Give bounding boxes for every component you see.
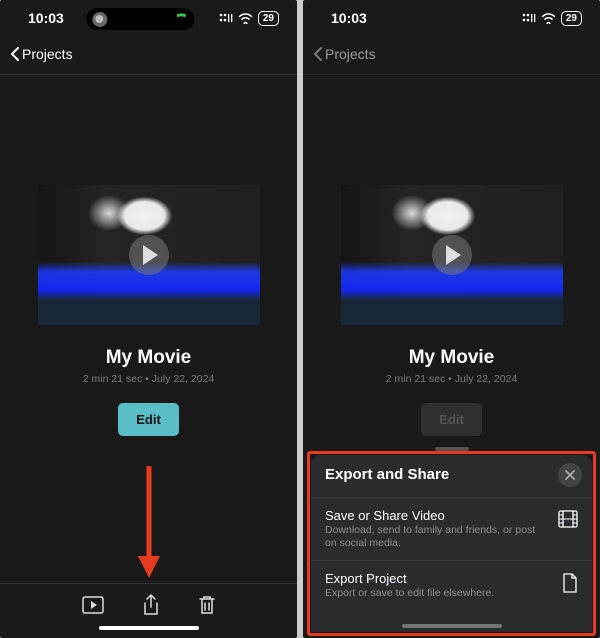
back-button[interactable]: Projects: [311, 46, 376, 62]
wifi-icon: [541, 13, 556, 24]
status-right: 29: [522, 11, 582, 26]
status-time: 10:03: [28, 10, 64, 26]
close-icon: [565, 470, 575, 480]
annotation-highlight: Export and Share Save or Share Video Dow…: [307, 451, 596, 636]
dynamic-island: [86, 8, 194, 30]
back-label: Projects: [22, 46, 73, 62]
trash-icon: [198, 595, 216, 615]
chevron-left-icon: [311, 46, 325, 62]
back-label: Projects: [325, 46, 376, 62]
play-outline-button[interactable]: [82, 596, 104, 614]
sheet-title: Export and Share: [325, 466, 449, 483]
play-icon: [432, 235, 472, 275]
document-icon: [562, 573, 578, 598]
share-icon: [142, 594, 160, 616]
controls-icon: [522, 13, 536, 23]
edit-button[interactable]: Edit: [118, 403, 179, 436]
bottom-toolbar: [0, 583, 297, 630]
sheet-item-save-share-video[interactable]: Save or Share Video Download, send to fa…: [311, 497, 592, 560]
film-icon: [558, 510, 578, 533]
sheet-grabber[interactable]: [435, 447, 469, 451]
project-thumbnail: [341, 185, 563, 325]
project-subtitle: 2 min 21 sec • July 22, 2024: [83, 373, 215, 385]
sheet-item-title: Save or Share Video: [325, 508, 548, 523]
status-right: 29: [219, 11, 279, 26]
delete-button[interactable]: [198, 595, 216, 615]
project-title: My Movie: [106, 347, 192, 369]
status-bar: 10:03 29: [303, 0, 600, 36]
sheet-item-export-project[interactable]: Export Project Export or save to edit fi…: [311, 560, 592, 610]
battery-level: 29: [258, 11, 279, 26]
sheet-close-button[interactable]: [558, 463, 582, 487]
home-indicator[interactable]: [402, 624, 502, 628]
annotation-arrow: [136, 464, 162, 580]
edit-button: Edit: [421, 403, 482, 436]
play-outline-icon: [82, 596, 104, 614]
project-content: My Movie 2 min 21 sec • July 22, 2024 Ed…: [0, 75, 297, 436]
sheet-item-desc: Download, send to family and friends, or…: [325, 524, 548, 550]
nav-bar: Projects: [0, 36, 297, 75]
phone-screen-left: 10:03 29 Projects My Movie 2 min 21 sec …: [0, 0, 297, 638]
share-button[interactable]: [142, 594, 160, 616]
caller-avatar-icon: [92, 12, 107, 27]
controls-icon: [219, 13, 233, 23]
project-content: My Movie 2 min 21 sec • July 22, 2024 Ed…: [303, 75, 600, 436]
sheet-item-desc: Export or save to edit file elsewhere.: [325, 587, 552, 600]
call-icon: [174, 12, 188, 26]
back-button[interactable]: Projects: [8, 46, 73, 62]
home-indicator[interactable]: [99, 626, 199, 630]
export-share-sheet: Export and Share Save or Share Video Dow…: [311, 455, 592, 632]
project-subtitle: 2 min 21 sec • July 22, 2024: [386, 373, 518, 385]
phone-screen-right: 10:03 29 Projects My Movie 2 min 21 sec …: [303, 0, 600, 638]
chevron-left-icon: [8, 46, 22, 62]
nav-bar: Projects: [303, 36, 600, 75]
status-time: 10:03: [331, 10, 367, 26]
project-thumbnail[interactable]: [38, 185, 260, 325]
sheet-item-title: Export Project: [325, 571, 552, 586]
battery-level: 29: [561, 11, 582, 26]
wifi-icon: [238, 13, 253, 24]
play-icon: [129, 235, 169, 275]
project-title: My Movie: [409, 347, 495, 369]
